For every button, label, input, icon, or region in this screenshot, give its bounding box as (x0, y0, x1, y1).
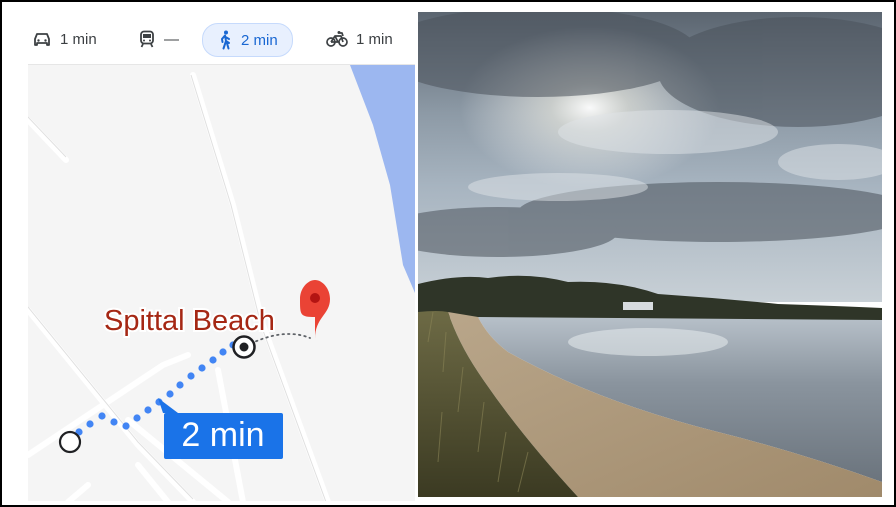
travel-mode-bar: 1 min — 2 min 1 min (4, 4, 416, 64)
travel-mode-transit-label: — (164, 30, 179, 48)
travel-mode-walk[interactable]: 2 min (202, 23, 293, 57)
destination-pin-icon (300, 280, 330, 339)
route-duration-text: 2 min (181, 416, 264, 454)
bicycle-icon (326, 30, 348, 48)
beach-photo-image (418, 12, 882, 497)
walk-end-marker (232, 335, 256, 359)
route-duration-badge: 2 min (158, 398, 283, 459)
travel-mode-bike-label: 1 min (356, 30, 393, 48)
car-icon (32, 30, 52, 48)
map-view[interactable]: Spittal Beach 2 min (28, 64, 416, 501)
map-canvas: Spittal Beach 2 min (28, 65, 416, 501)
directions-panel: 1 min — 2 min 1 min Spittal Beach 2 min (4, 4, 416, 501)
travel-mode-drive[interactable]: 1 min (32, 23, 97, 55)
travel-mode-bike[interactable]: 1 min (326, 23, 393, 55)
travel-mode-transit[interactable]: — (138, 23, 179, 55)
travel-mode-drive-label: 1 min (60, 30, 97, 48)
water-area (350, 65, 416, 296)
origin-marker (58, 430, 82, 454)
screenshot-frame: 1 min — 2 min 1 min Spittal Beach 2 min (0, 0, 896, 507)
train-icon (138, 30, 156, 48)
travel-mode-walk-label: 2 min (241, 31, 278, 49)
destination-label: Spittal Beach (104, 305, 275, 337)
beach-photo (418, 12, 882, 497)
walking-icon (217, 30, 233, 50)
